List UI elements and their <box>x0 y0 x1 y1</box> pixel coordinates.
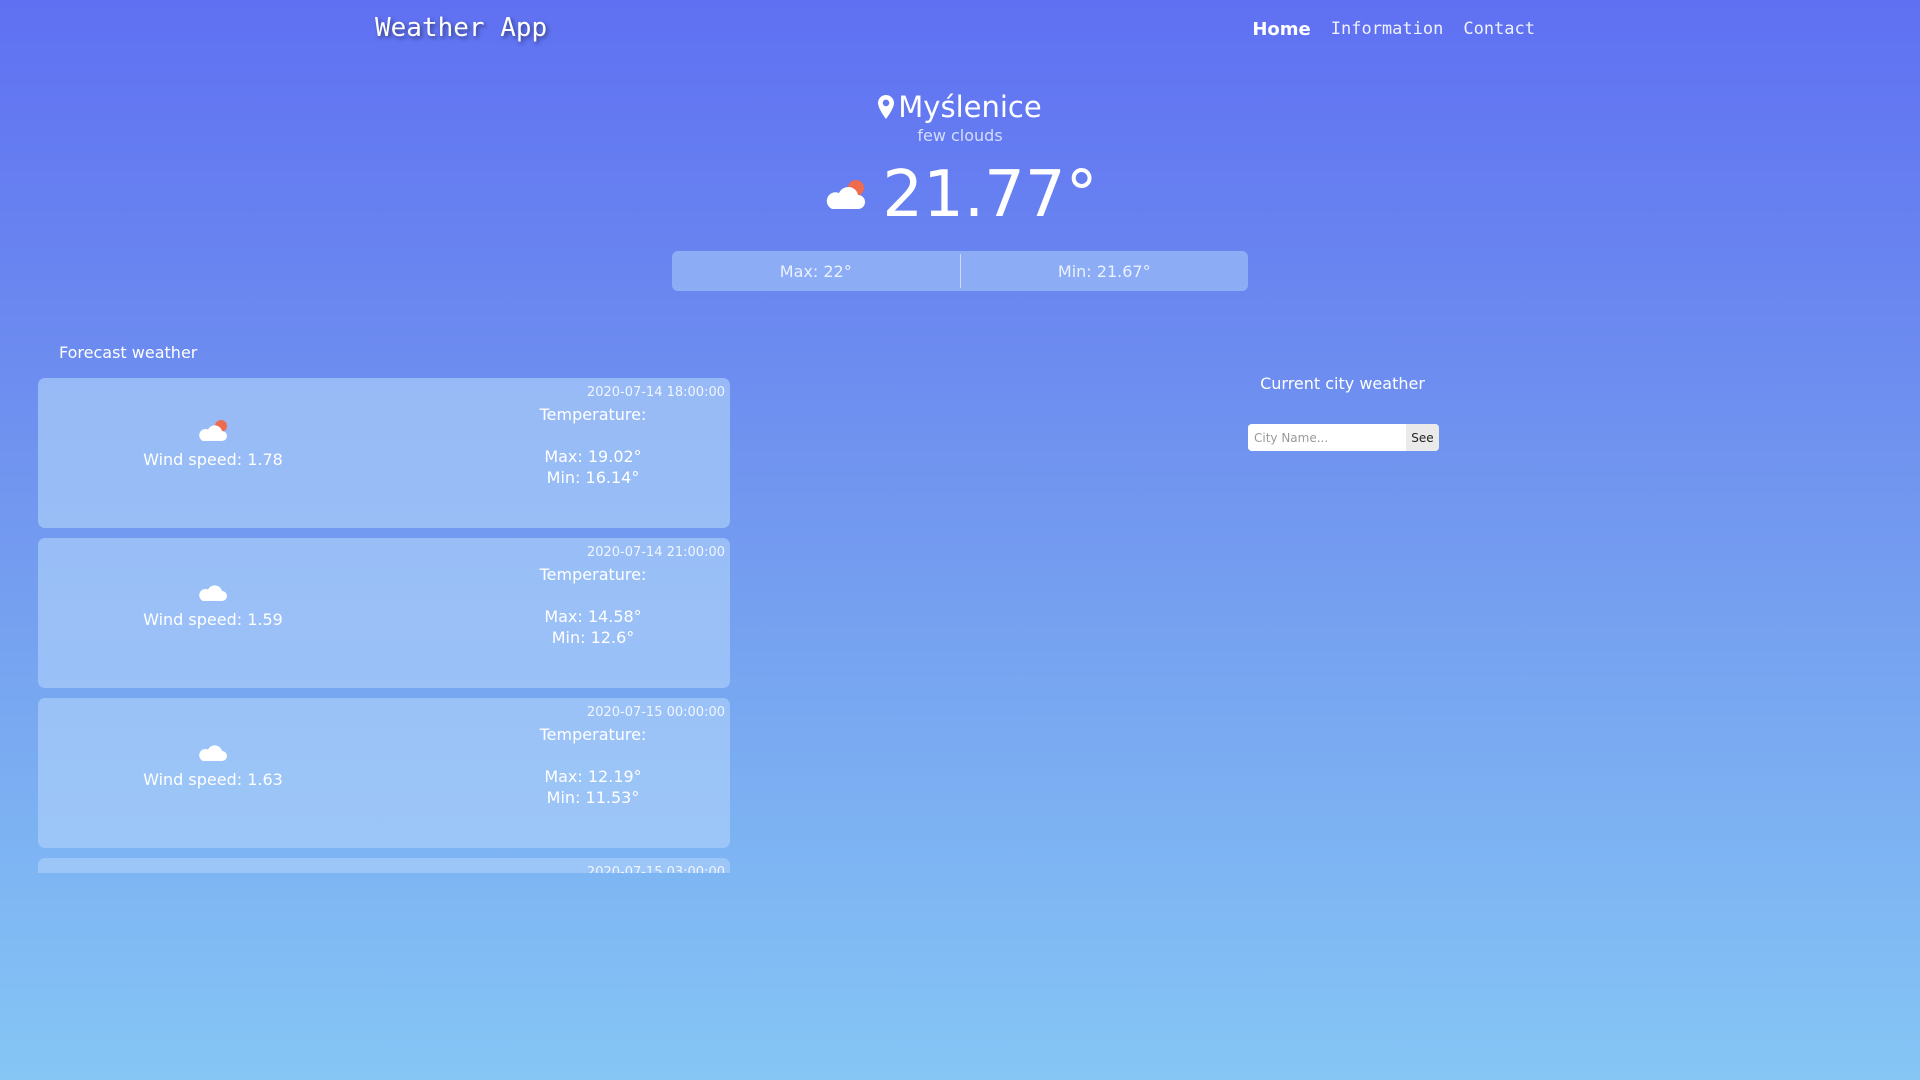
forecast-card: 2020-07-15 03:00:00 <box>38 858 730 873</box>
forecast-title: Forecast weather <box>59 343 198 362</box>
nav-link-contact[interactable]: Contact <box>1463 19 1535 40</box>
city-heading: Myślenice <box>878 90 1042 124</box>
forecast-date: 2020-07-14 21:00:00 <box>586 545 725 560</box>
cloud-icon <box>199 585 227 601</box>
forecast-card: 2020-07-14 18:00:00 Wind speed: 1.78 Tem… <box>38 378 730 528</box>
temperature-label: Temperature: <box>539 405 647 424</box>
forecast-max: Max: 19.02° <box>544 447 642 466</box>
forecast-wind-block: Wind speed: 1.63 <box>143 738 283 789</box>
navbar: Weather App Home Information Contact <box>0 0 1920 62</box>
forecast-card: 2020-07-14 21:00:00 Wind speed: 1.59 Tem… <box>38 538 730 688</box>
forecast-wind-block: Wind speed: 1.78 <box>143 418 283 469</box>
current-min-max-bar: Max: 22° Min: 21.67° <box>672 251 1248 291</box>
temperature-label: Temperature: <box>539 565 647 584</box>
see-button[interactable]: See <box>1406 424 1439 451</box>
forecast-min: Min: 12.6° <box>551 628 635 647</box>
wind-speed: Wind speed: 1.78 <box>143 450 283 469</box>
brand-title[interactable]: Weather App <box>375 13 547 43</box>
city-search-title: Current city weather <box>1260 374 1425 393</box>
forecast-max: Max: 12.19° <box>544 767 642 786</box>
temperature-label: Temperature: <box>539 725 647 744</box>
forecast-date: 2020-07-14 18:00:00 <box>586 385 725 400</box>
cloud-sun-icon <box>199 420 227 441</box>
forecast-max: Max: 14.58° <box>544 607 642 626</box>
forecast-wind-block: Wind speed: 1.59 <box>143 578 283 629</box>
city-name-input[interactable] <box>1248 424 1406 451</box>
forecast-card: 2020-07-15 00:00:00 Wind speed: 1.63 Tem… <box>38 698 730 848</box>
current-weather: Myślenice few clouds 21.77° <box>0 90 1920 227</box>
current-temperature: 21.77° <box>882 158 1098 232</box>
nav-link-home[interactable]: Home <box>1252 19 1310 40</box>
forecast-temperature-block: Temperature: Max: 12.19° Min: 11.53° <box>508 724 678 808</box>
forecast-min: Min: 16.14° <box>546 468 640 487</box>
cloud-icon <box>199 745 227 761</box>
forecast-temperature-block: Temperature: Max: 19.02° Min: 16.14° <box>508 404 678 488</box>
wind-speed: Wind speed: 1.59 <box>143 610 283 629</box>
nav-links: Home Information Contact <box>1252 19 1535 40</box>
weather-description: few clouds <box>917 126 1003 145</box>
temperature-row: 21.77° <box>0 163 1920 227</box>
current-min-temp: Min: 21.67° <box>1057 261 1151 281</box>
cloud-sun-icon <box>827 180 866 209</box>
forecast-temperature-block: Temperature: Max: 14.58° Min: 12.6° <box>508 564 678 648</box>
city-search-form: See <box>1248 424 1439 451</box>
city-name: Myślenice <box>898 90 1042 124</box>
map-pin-icon <box>878 95 895 119</box>
wind-speed: Wind speed: 1.63 <box>143 770 283 789</box>
nav-link-information[interactable]: Information <box>1331 19 1444 40</box>
forecast-date: 2020-07-15 00:00:00 <box>586 705 725 720</box>
forecast-min: Min: 11.53° <box>546 788 640 807</box>
forecast-date: 2020-07-15 03:00:00 <box>586 865 725 873</box>
forecast-list[interactable]: 2020-07-14 18:00:00 Wind speed: 1.78 Tem… <box>38 378 730 873</box>
current-max-temp: Max: 22° <box>779 261 852 281</box>
